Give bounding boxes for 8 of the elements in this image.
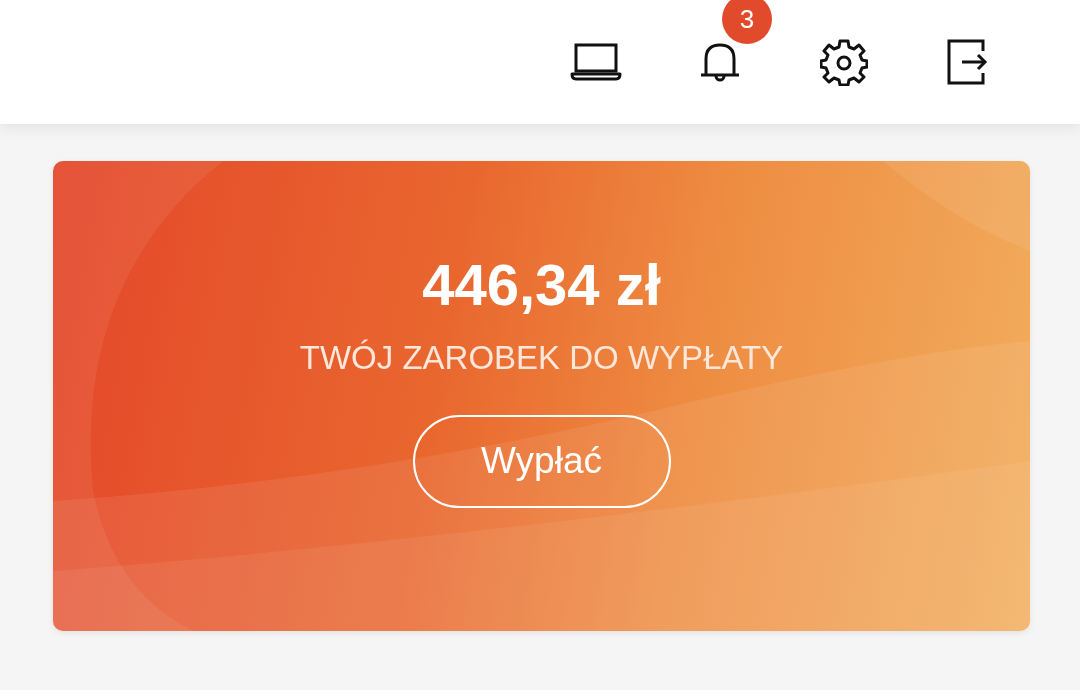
notification-count: 3 bbox=[722, 0, 772, 44]
withdraw-button[interactable]: Wypłać bbox=[412, 414, 671, 508]
settings-icon bbox=[820, 38, 868, 86]
balance-label: TWÓJ ZAROBEK DO WYPŁATY bbox=[299, 338, 784, 377]
logout-icon bbox=[947, 39, 989, 85]
notifications-button[interactable]: 3 bbox=[690, 0, 772, 90]
balance-amount: 446,34 zł bbox=[422, 253, 661, 317]
laptop-icon bbox=[570, 42, 622, 82]
